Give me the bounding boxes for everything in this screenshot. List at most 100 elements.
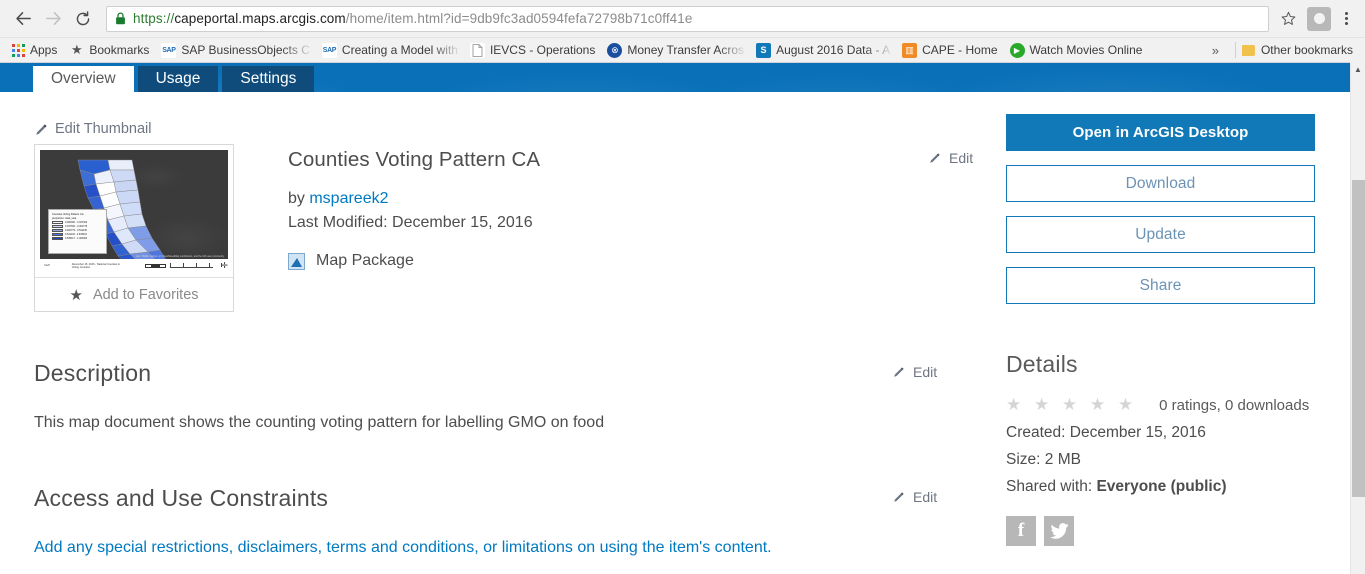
- scrollbar-up-arrow-icon[interactable]: ▲: [1351, 62, 1365, 77]
- bookmark-august-2016-data[interactable]: S August 2016 Data - A: [750, 40, 896, 61]
- bookmark-watch-movies-online[interactable]: ▶ Watch Movies Online: [1004, 40, 1149, 61]
- item-type-row: Map Package: [288, 252, 954, 270]
- forward-arrow-icon: [38, 4, 68, 34]
- bookmarks-divider: [1234, 42, 1236, 58]
- page-content: Overview Usage Settings Edit Thumbnail C…: [0, 63, 1365, 574]
- edit-access-constraints-link[interactable]: Edit: [892, 489, 937, 505]
- chevron-double-right-icon[interactable]: »: [1202, 43, 1229, 58]
- bookmark-ievcs-operations[interactable]: IEVCS - Operations: [464, 40, 601, 61]
- other-bookmarks-label[interactable]: Other bookmarks: [1261, 43, 1353, 57]
- bookmark-creating-a-model[interactable]: SAP Creating a Model with: [316, 40, 464, 61]
- tab-settings[interactable]: Settings: [222, 66, 315, 92]
- url-text: https://capeportal.maps.arcgis.com/home/…: [133, 11, 693, 26]
- edit-title-link[interactable]: Edit: [928, 150, 973, 166]
- bookmark-bookmarks[interactable]: ★ Bookmarks: [63, 40, 155, 61]
- favorites-star-icon: ★: [69, 286, 83, 304]
- tab-label-usage: Usage: [155, 70, 201, 88]
- add-to-favorites-button[interactable]: ★ Add to Favorites: [35, 277, 233, 311]
- edit-description-label: Edit: [913, 364, 938, 380]
- facebook-icon[interactable]: f: [1006, 516, 1036, 546]
- update-button[interactable]: Update: [1006, 216, 1315, 253]
- bookmark-money-transfer[interactable]: ⊗ Money Transfer Acros: [601, 40, 750, 61]
- pencil-icon: [892, 365, 906, 379]
- map-legend: Counties Voting Pattern CA proportion: t…: [48, 209, 107, 254]
- share-button[interactable]: Share: [1006, 267, 1315, 304]
- edit-description-link[interactable]: Edit: [892, 364, 937, 380]
- map-footer-center: December 15, 2016 - National Counties & …: [71, 262, 120, 269]
- star-icon: ★: [71, 42, 83, 57]
- download-button[interactable]: Download: [1006, 165, 1315, 202]
- open-in-arcgis-desktop-label: Open in ArcGIS Desktop: [1072, 124, 1249, 141]
- bookmark-cape-home[interactable]: ▥ CAPE - Home: [896, 40, 1003, 61]
- by-prefix: by: [288, 190, 310, 207]
- lock-icon: [115, 12, 126, 25]
- shared-with-row: Shared with: Everyone (public): [1006, 478, 1315, 496]
- bookmark-label-0: Bookmarks: [89, 43, 150, 57]
- twitter-icon[interactable]: [1044, 516, 1074, 546]
- cape-icon: ▥: [902, 42, 918, 58]
- url-scheme: https://: [133, 11, 175, 26]
- item-size: Size: 2 MB: [1006, 451, 1081, 468]
- address-bar[interactable]: https://capeportal.maps.arcgis.com/home/…: [106, 5, 1269, 32]
- map-scale-bar: [145, 263, 167, 268]
- sap-icon: SAP: [321, 42, 337, 58]
- bookmark-label-1: SAP BusinessObjects C: [181, 43, 310, 57]
- main-content: Edit Thumbnail Counties Voting Pattern C…: [0, 92, 1350, 574]
- description-section: Description Edit This map document shows…: [34, 360, 954, 434]
- access-constraints-heading: Access and Use Constraints: [34, 484, 329, 511]
- details-heading: Details: [1006, 351, 1078, 377]
- chrome-menu-icon[interactable]: [1335, 6, 1357, 32]
- bookmark-label-5: August 2016 Data - A: [776, 43, 891, 57]
- map-footer-left: CA/0: [44, 264, 50, 267]
- map-legend-entry-1: 0.337330 - 0.462778: [65, 225, 88, 228]
- item-tabs: Overview Usage Settings: [33, 66, 315, 92]
- apps-grid-icon: [12, 43, 25, 57]
- bookmark-label-6: CAPE - Home: [922, 43, 998, 57]
- bookmarks-overflow-area: » Other bookmarks: [1202, 42, 1359, 58]
- tab-label-settings: Settings: [240, 70, 297, 88]
- profile-avatar[interactable]: [1307, 6, 1331, 31]
- shared-with-label: Shared with:: [1006, 478, 1097, 495]
- bookmark-label-4: Money Transfer Acros: [627, 43, 745, 57]
- browser-chrome: https://capeportal.maps.arcgis.com/home/…: [0, 0, 1365, 63]
- item-metadata: Counties Voting Pattern CA by mspareek2 …: [288, 144, 973, 312]
- pencil-icon: [34, 122, 48, 136]
- pencil-icon: [928, 151, 942, 165]
- rating-stars[interactable]: ★ ★ ★ ★ ★: [1006, 395, 1137, 415]
- bookmark-sap-businessobjects[interactable]: SAP SAP BusinessObjects C: [155, 40, 316, 61]
- map-scale-ticks: [170, 263, 222, 268]
- edit-thumbnail-link[interactable]: Edit Thumbnail: [34, 120, 954, 138]
- item-owner-link[interactable]: mspareek2: [309, 190, 388, 207]
- open-in-arcgis-desktop-button[interactable]: Open in ArcGIS Desktop: [1006, 114, 1315, 151]
- map-legend-subtitle: proportion: total_vote: [52, 216, 77, 220]
- map-legend-entry-3: 0.541136 - 0.635416: [65, 233, 87, 236]
- page-scrollbar[interactable]: ▲: [1350, 62, 1365, 574]
- pencil-icon: [892, 490, 906, 504]
- edit-title-label: Edit: [949, 150, 974, 166]
- bookmark-apps[interactable]: Apps: [6, 40, 63, 61]
- description-body: This map document shows the counting vot…: [34, 414, 605, 431]
- access-constraints-body[interactable]: Add any special restrictions, disclaimer…: [34, 538, 954, 559]
- bookmarks-bar: Apps ★ Bookmarks SAP SAP BusinessObjects…: [0, 37, 1365, 62]
- map-package-icon: [288, 252, 305, 270]
- add-to-favorites-label: Add to Favorites: [92, 286, 199, 303]
- share-label: Share: [1139, 276, 1182, 294]
- browser-navigation-bar: https://capeportal.maps.arcgis.com/home/…: [0, 0, 1365, 37]
- tab-overview[interactable]: Overview: [33, 66, 134, 92]
- document-icon: [469, 42, 485, 58]
- reload-icon[interactable]: [68, 4, 98, 34]
- map-legend-entry-4: 0.635417 - 1.000000: [65, 237, 88, 240]
- access-constraints-section: Access and Use Constraints Edit Add any …: [34, 485, 954, 559]
- tab-usage[interactable]: Usage: [137, 66, 219, 92]
- item-owner-line: by mspareek2: [288, 190, 954, 208]
- money-transfer-icon: ⊗: [607, 42, 623, 58]
- bookmark-star-icon[interactable]: [1275, 6, 1301, 32]
- description-heading: Description: [34, 360, 152, 386]
- thumbnail-map-image[interactable]: Counties Voting Pattern CA proportion: t…: [40, 150, 228, 272]
- map-credit-text: Esri, HERE, Garmin, (c) OpenStreetMap co…: [136, 255, 224, 258]
- url-path: /home/item.html?id=9db9fc3ad0594fefa7279…: [345, 11, 693, 26]
- scrollbar-thumb[interactable]: [1352, 180, 1365, 497]
- shared-with-value: Everyone (public): [1096, 478, 1227, 495]
- back-arrow-icon[interactable]: [8, 4, 38, 34]
- site-banner: Overview Usage Settings: [0, 63, 1350, 92]
